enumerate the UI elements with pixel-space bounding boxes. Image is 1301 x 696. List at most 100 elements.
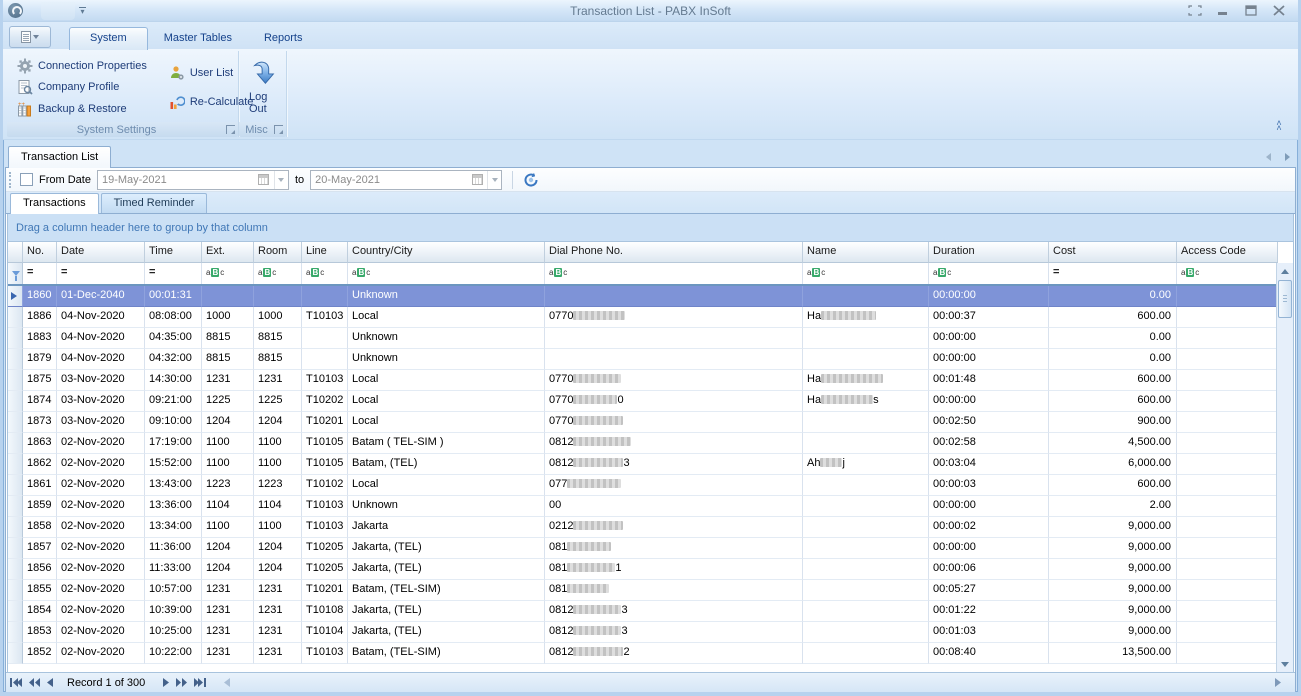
filter-cell-line[interactable]: aBc <box>302 263 348 284</box>
row-indicator[interactable] <box>8 643 23 664</box>
column-header-ext[interactable]: Ext. <box>202 242 254 263</box>
close-button[interactable] <box>1272 5 1286 16</box>
row-indicator[interactable] <box>8 433 23 454</box>
table-row[interactable]: 187503-Nov-202014:30:0012311231T10103Loc… <box>8 370 1293 391</box>
refresh-icon[interactable] <box>523 172 539 188</box>
table-row[interactable]: 185302-Nov-202010:25:0012311231T10104Jak… <box>8 622 1293 643</box>
column-header-date[interactable]: Date <box>57 242 145 263</box>
table-row[interactable]: 185502-Nov-202010:57:0012311231T10201Bat… <box>8 580 1293 601</box>
row-indicator[interactable] <box>8 370 23 391</box>
scrollbar-thumb[interactable] <box>1278 280 1292 318</box>
company-profile-button[interactable]: Company Profile <box>13 77 151 97</box>
table-row[interactable]: 186302-Nov-202017:19:0011001100T10105Bat… <box>8 433 1293 454</box>
table-row[interactable]: 186202-Nov-202015:52:0011001100T10105Bat… <box>8 454 1293 475</box>
filter-cell-room[interactable]: aBc <box>254 263 302 284</box>
table-row[interactable]: 186001-Dec-204000:01:31Unknown00:00:000.… <box>8 286 1293 307</box>
document-tab-transaction-list[interactable]: Transaction List <box>8 146 111 168</box>
fullscreen-button[interactable] <box>1188 5 1202 16</box>
scroll-up-icon[interactable] <box>1277 263 1293 279</box>
hscroll-left-icon[interactable] <box>224 678 230 687</box>
filter-cell-ext[interactable]: aBc <box>202 263 254 284</box>
row-indicator[interactable] <box>8 496 23 517</box>
row-indicator[interactable] <box>8 622 23 643</box>
group-by-panel[interactable]: Drag a column header here to group by th… <box>8 214 1293 242</box>
row-indicator[interactable] <box>8 517 23 538</box>
row-indicator[interactable] <box>8 580 23 601</box>
table-row[interactable]: 187904-Nov-202004:32:0088158815Unknown00… <box>8 349 1293 370</box>
dialog-launcher-icon[interactable] <box>226 125 235 134</box>
column-header-line[interactable]: Line <box>302 242 348 263</box>
table-row[interactable]: 185602-Nov-202011:33:0012041204T10205Jak… <box>8 559 1293 580</box>
column-header-no[interactable]: No. <box>23 242 57 263</box>
table-row[interactable]: 187403-Nov-202009:21:0012251225T10202Loc… <box>8 391 1293 412</box>
table-row[interactable]: 185902-Nov-202013:36:0011041104T10103Unk… <box>8 496 1293 517</box>
row-indicator[interactable] <box>8 391 23 412</box>
hscroll-right-icon[interactable] <box>1275 678 1281 687</box>
tab-scroll-left-icon[interactable] <box>1266 153 1271 161</box>
table-row[interactable]: 188304-Nov-202004:35:0088158815Unknown00… <box>8 328 1293 349</box>
to-date-input[interactable]: 20-May-2021 <box>310 170 502 190</box>
chevron-down-icon[interactable] <box>274 171 288 189</box>
filter-cell-dial[interactable]: aBc <box>545 263 803 284</box>
column-header-access[interactable]: Access Code <box>1177 242 1278 263</box>
minimize-button[interactable] <box>1216 5 1230 16</box>
application-menu-button[interactable] <box>9 26 51 48</box>
tab-system[interactable]: System <box>69 27 148 50</box>
row-indicator[interactable] <box>8 538 23 559</box>
table-row[interactable]: 185702-Nov-202011:36:0012041204T10205Jak… <box>8 538 1293 559</box>
table-row[interactable]: 185802-Nov-202013:34:0011001100T10103Jak… <box>8 517 1293 538</box>
calendar-icon[interactable] <box>254 171 274 189</box>
toolbar-drag-grip[interactable] <box>9 172 12 188</box>
tab-reports[interactable]: Reports <box>248 28 319 49</box>
row-indicator[interactable] <box>8 475 23 496</box>
row-indicator[interactable] <box>8 454 23 475</box>
column-header-time[interactable]: Time <box>145 242 202 263</box>
tab-transactions[interactable]: Transactions <box>10 193 99 214</box>
column-header-duration[interactable]: Duration <box>929 242 1049 263</box>
dialog-launcher-icon[interactable] <box>274 125 283 134</box>
maximize-button[interactable] <box>1244 5 1258 16</box>
nav-next-page-icon[interactable] <box>176 678 187 687</box>
filter-cell-cost[interactable]: = <box>1049 263 1177 284</box>
filter-cell-access[interactable]: aBc <box>1177 263 1278 284</box>
tab-master-tables[interactable]: Master Tables <box>148 28 248 49</box>
tab-scroll-right-icon[interactable] <box>1285 153 1290 161</box>
column-header-country[interactable]: Country/City <box>348 242 545 263</box>
row-indicator[interactable] <box>8 559 23 580</box>
table-row[interactable]: 186102-Nov-202013:43:0012231223T10102Loc… <box>8 475 1293 496</box>
vertical-scrollbar[interactable] <box>1276 263 1293 672</box>
nav-prev-page-icon[interactable] <box>29 678 40 687</box>
collapse-ribbon-icon[interactable]: ˄˄ <box>1272 121 1286 131</box>
nav-first-icon[interactable] <box>10 678 22 687</box>
row-indicator[interactable] <box>8 286 23 307</box>
filter-cell-no[interactable]: = <box>23 263 57 284</box>
chevron-down-icon[interactable] <box>487 171 501 189</box>
row-indicator[interactable] <box>8 328 23 349</box>
row-indicator[interactable] <box>8 601 23 622</box>
table-row[interactable]: 185402-Nov-202010:39:0012311231T10108Jak… <box>8 601 1293 622</box>
table-row[interactable]: 185202-Nov-202010:22:0012311231T10103Bat… <box>8 643 1293 664</box>
table-row[interactable]: 187303-Nov-202009:10:0012041204T10201Loc… <box>8 412 1293 433</box>
row-indicator[interactable] <box>8 307 23 328</box>
nav-last-icon[interactable] <box>194 678 206 687</box>
from-date-checkbox[interactable] <box>20 173 33 186</box>
backup-restore-button[interactable]: ++ Backup & Restore <box>13 99 151 119</box>
from-date-input[interactable]: 19-May-2021 <box>97 170 289 190</box>
log-out-button[interactable]: Log Out <box>241 53 287 120</box>
tab-timed-reminder[interactable]: Timed Reminder <box>101 193 208 213</box>
column-header-room[interactable]: Room <box>254 242 302 263</box>
column-header-name[interactable]: Name <box>803 242 929 263</box>
filter-cell-time[interactable]: = <box>145 263 202 284</box>
filter-cell-name[interactable]: aBc <box>803 263 929 284</box>
filter-cell-country[interactable]: aBc <box>348 263 545 284</box>
filter-cell-duration[interactable]: aBc <box>929 263 1049 284</box>
column-header-cost[interactable]: Cost <box>1049 242 1177 263</box>
nav-next-icon[interactable] <box>163 678 169 687</box>
calendar-icon[interactable] <box>467 171 487 189</box>
filter-cell-date[interactable]: = <box>57 263 145 284</box>
row-indicator[interactable] <box>8 349 23 370</box>
connection-properties-button[interactable]: Connection Properties <box>13 56 151 76</box>
nav-prev-icon[interactable] <box>47 678 53 687</box>
table-row[interactable]: 188604-Nov-202008:08:0010001000T10103Loc… <box>8 307 1293 328</box>
scroll-down-icon[interactable] <box>1277 656 1293 672</box>
